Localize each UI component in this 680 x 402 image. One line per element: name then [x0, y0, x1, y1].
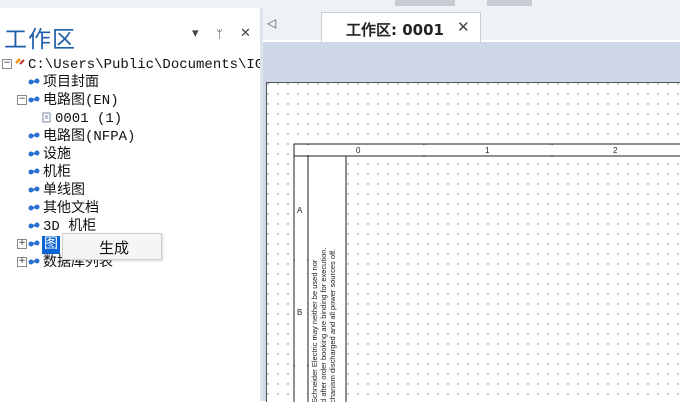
expand-icon[interactable]: +	[17, 257, 27, 267]
column-label: 0	[356, 146, 361, 155]
tree-item-label: 图	[42, 236, 60, 254]
document-tab-bar: ◁ 工作区: 0001 ✕	[263, 8, 680, 43]
folder-link-icon	[28, 240, 40, 247]
tree-root-label: C:\Users\Public\Documents\IGE	[28, 57, 262, 73]
column-label: 1	[485, 146, 490, 155]
collapse-icon[interactable]: −	[17, 95, 27, 105]
panel-title: 工作区	[4, 27, 76, 53]
folder-link-icon	[28, 78, 40, 85]
panel-controls: ▾ ᛘ ✕	[190, 26, 260, 42]
folder-link-icon	[28, 258, 40, 265]
dropdown-icon[interactable]: ▾	[192, 26, 199, 42]
folder-link-icon	[28, 96, 40, 103]
drawing-sheet[interactable]: 0 1 2 A B Schneider Electric may neither…	[266, 82, 680, 402]
tree-item-label: 其他文档	[43, 201, 99, 217]
folder-link-icon	[28, 168, 40, 175]
project-icon	[15, 58, 25, 65]
side-note-line: Schneider Electric may neither be used n…	[310, 259, 319, 402]
tab-workspace-0001[interactable]: 工作区: 0001 ✕	[321, 12, 481, 43]
tree-item-label: 电路图(NFPA)	[43, 129, 136, 145]
context-menu-generate[interactable]: 生成	[99, 237, 129, 258]
folder-link-icon	[28, 222, 40, 229]
row-label: B	[297, 308, 302, 317]
close-icon[interactable]: ✕	[457, 18, 470, 36]
pin-icon[interactable]: ᛘ	[216, 26, 223, 42]
folder-link-icon	[28, 204, 40, 211]
side-note-line: chanism discharged and all power sources…	[328, 249, 337, 402]
toolbar-fragment	[395, 0, 455, 6]
expand-icon[interactable]: +	[17, 239, 27, 249]
workspace-panel: 工作区 ▾ ᛘ ✕ − C:\Users\Public\Documents\IG…	[0, 8, 262, 401]
page-icon	[42, 112, 51, 123]
tree-item-label: 电路图(EN)	[43, 93, 119, 109]
title-strip	[0, 0, 680, 8]
tree-item-label: 0001 (1)	[55, 111, 123, 127]
close-icon[interactable]: ✕	[240, 26, 251, 42]
side-note-line: d after order booking are binding for ex…	[319, 247, 328, 402]
sheet-graphics: 0 1 2 A B Schneider Electric may neither…	[267, 83, 680, 402]
folder-link-icon	[28, 150, 40, 157]
tree-item-label: 单线图	[43, 183, 85, 199]
column-label: 2	[613, 146, 618, 155]
tree-item-label: 设施	[43, 147, 71, 163]
row-label: A	[297, 206, 303, 215]
tree-item-label: 机柜	[43, 165, 71, 181]
tree-item-label: 项目封面	[43, 75, 99, 91]
collapse-icon[interactable]: −	[2, 59, 12, 69]
folder-link-icon	[28, 132, 40, 139]
folder-link-icon	[28, 186, 40, 193]
tab-label: 工作区: 0001	[346, 21, 444, 39]
scroll-left-icon[interactable]: ◁	[267, 16, 276, 30]
toolbar-fragment	[487, 0, 532, 6]
context-menu: 生成	[62, 233, 162, 260]
